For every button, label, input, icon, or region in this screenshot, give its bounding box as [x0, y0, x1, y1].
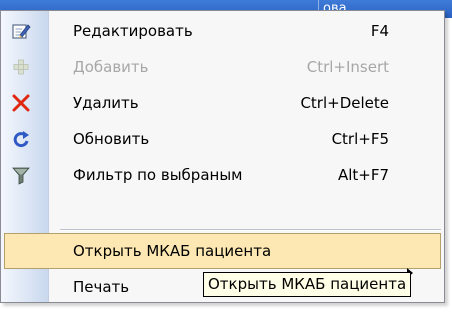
- menu-item-delete[interactable]: Удалить Ctrl+Delete: [4, 85, 441, 121]
- menu-item-filter[interactable]: Фильтр по выбраным Alt+F7: [4, 157, 441, 193]
- add-plus-icon: [10, 56, 32, 78]
- filter-icon: [10, 164, 32, 186]
- menu-item-label: Фильтр по выбраным: [73, 166, 243, 184]
- delete-x-icon: [10, 92, 32, 114]
- menu-item-open-mkab[interactable]: Открыть МКАБ пациента: [4, 233, 441, 269]
- menu-item-shortcut: Ctrl+Insert: [306, 58, 389, 76]
- menu-item-shortcut: Ctrl+Delete: [300, 94, 389, 112]
- menu-item-label: Обновить: [73, 130, 150, 148]
- menu-item-refresh[interactable]: Обновить Ctrl+F5: [4, 121, 441, 157]
- tooltip: Открыть МКАБ пациента: [203, 272, 412, 297]
- menu-item-edit[interactable]: Редактировать F4: [4, 13, 441, 49]
- menu-item-shortcut: Ctrl+F5: [331, 130, 389, 148]
- menu-item-shortcut: Alt+F7: [337, 166, 389, 184]
- menu-item-label: Печать: [73, 278, 130, 296]
- menu-item-shortcut: F4: [370, 22, 389, 40]
- menu-item-label: Добавить: [73, 58, 149, 76]
- menu-item-label: Удалить: [73, 94, 139, 112]
- menu-item-label: Открыть МКАБ пациента: [73, 242, 272, 260]
- menu-item-label: Редактировать: [73, 22, 193, 40]
- context-menu: Редактировать F4 Добавить Ctrl+Insert Уд…: [0, 10, 445, 303]
- menu-separator: [60, 229, 441, 231]
- refresh-icon: [10, 128, 32, 150]
- menu-item-add[interactable]: Добавить Ctrl+Insert: [4, 49, 441, 85]
- edit-icon: [10, 20, 32, 42]
- screen: ова Редактировать F4 Добавить Ctrl+Inser…: [0, 0, 452, 324]
